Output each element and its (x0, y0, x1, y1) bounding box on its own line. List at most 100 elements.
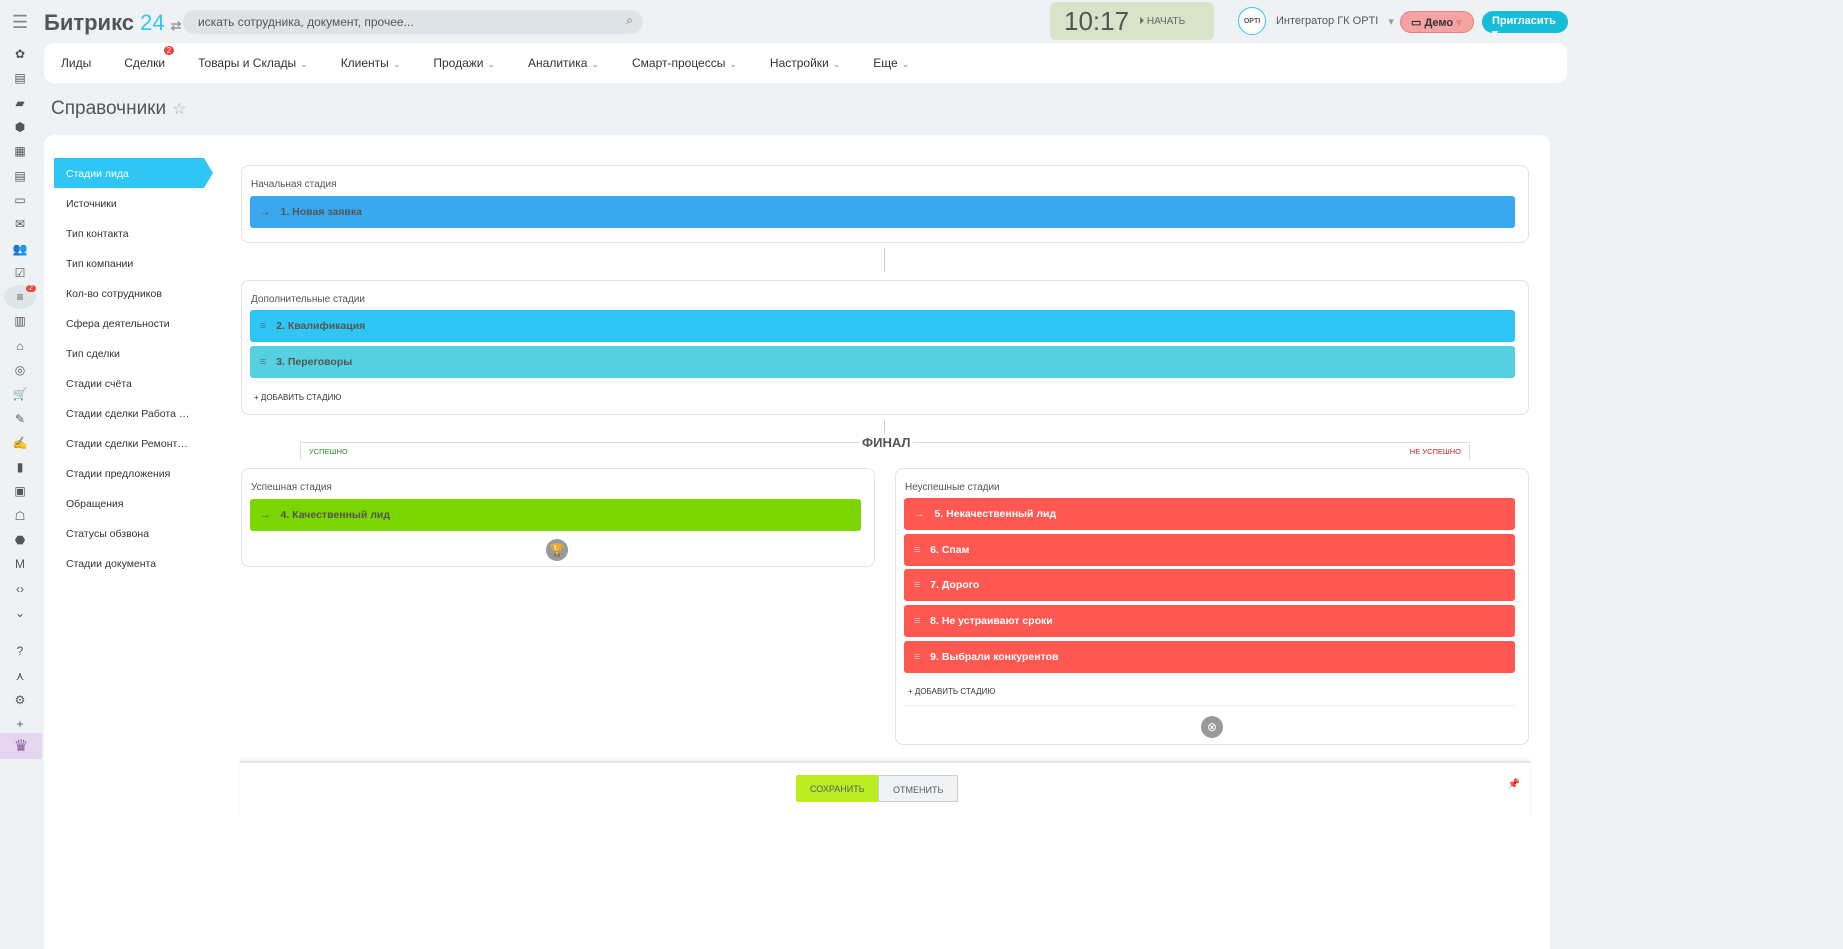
help-icon[interactable]: ? (4, 639, 36, 663)
drag-handle-icon[interactable]: ≡ (260, 356, 266, 368)
stage-name[interactable]: 8. Не устраивают сроки (930, 615, 1053, 627)
drag-handle-icon[interactable]: ≡ (914, 651, 920, 663)
stage-name[interactable]: 2. Квалификация (276, 320, 365, 332)
robot-icon[interactable]: ☖ (4, 504, 36, 528)
chevron-down-icon: ▾ (1456, 17, 1462, 29)
drag-handle-icon[interactable]: ≡ (914, 579, 920, 591)
save-button[interactable]: СОХРАНИТЬ (796, 775, 879, 802)
connector (884, 420, 885, 434)
nav-item[interactable]: Сфера деятельности (54, 308, 204, 338)
tasks-icon[interactable]: ☑ (4, 261, 36, 285)
cancel-circle-icon: ⊗ (1201, 716, 1223, 738)
nav-item[interactable]: Стадии счёта (54, 368, 204, 398)
demo-button[interactable]: ▭ Демо ▾ (1400, 11, 1474, 33)
stage-item[interactable]: → 5. Некачественный лид (904, 498, 1515, 530)
drag-handle-icon[interactable]: ≡ (260, 320, 266, 332)
stage-name[interactable]: 3. Переговоры (276, 356, 352, 368)
box-icon[interactable]: ⬣ (4, 528, 36, 552)
menu-item[interactable]: Еще ⌄ (873, 56, 909, 70)
sign-icon[interactable]: ✍ (4, 431, 36, 455)
stage-name[interactable]: 4. Качественный лид (281, 509, 391, 521)
search-input[interactable]: искать сотрудника, документ, прочее... ⌕ (183, 10, 643, 34)
nav-item[interactable]: Кол-во сотрудников (54, 278, 204, 308)
add-stage-button[interactable]: + ДОБАВИТЬ СТАДИЮ (908, 687, 995, 696)
target-icon[interactable]: ◎ (4, 358, 36, 382)
cancel-button[interactable]: ОТМЕНИТЬ (878, 775, 959, 802)
menu-item[interactable]: Товары и Склады ⌄ (198, 56, 308, 70)
work-day-widget[interactable]: 10:17 ⏵ НАЧАТЬ (1050, 2, 1214, 40)
stage-item[interactable]: ≡ 6. Спам (904, 533, 1515, 566)
stage-item[interactable]: ≡ 2. Квалификация (250, 310, 1515, 342)
nav-item[interactable]: Источники (54, 188, 204, 218)
nav-item[interactable]: Стадии предложения (54, 458, 204, 488)
drive-icon[interactable]: ▭ (4, 188, 36, 212)
stage-item[interactable]: ≡ 8. Не устраивают сроки (904, 605, 1515, 638)
start-button[interactable]: ⏵ НАЧАТЬ (1139, 16, 1185, 27)
invite-button[interactable]: Пригласить ▾ (1482, 11, 1568, 40)
stage-name[interactable]: 1. Новая заявка (281, 206, 362, 218)
divider (904, 705, 1515, 706)
chart-icon[interactable]: ▮ (4, 455, 36, 479)
menu-item[interactable]: Настройки ⌄ (770, 56, 840, 70)
search-placeholder: искать сотрудника, документ, прочее... (198, 15, 414, 29)
stage-item[interactable]: → 4. Качественный лид (250, 499, 861, 531)
menu-item[interactable]: Продажи ⌄ (433, 56, 495, 70)
nav-item[interactable]: Тип контакта (54, 218, 204, 248)
nav-item[interactable]: Тип сделки (54, 338, 204, 368)
search-icon[interactable]: ⌕ (626, 13, 633, 28)
user-menu[interactable]: OPTI Интегратор ГК OPTI ▾ (1238, 7, 1394, 35)
hexagon-icon[interactable]: ⬢ (4, 115, 36, 139)
menu-item[interactable]: Лиды (61, 56, 91, 70)
nav-item[interactable]: Стадии документа (54, 548, 204, 578)
code-icon[interactable]: ‹› (4, 577, 36, 601)
stage-name[interactable]: 5. Некачественный лид (935, 508, 1057, 520)
crm-filter-icon[interactable]: ≡ 2 (4, 284, 36, 310)
chevron-down-icon: ⌄ (832, 59, 841, 69)
extra-stages-panel: Дополнительные стадии + ДОБАВИТЬ СТАДИЮ … (241, 280, 1529, 415)
document-icon[interactable]: ▤ (4, 163, 36, 187)
more-icon[interactable]: ⌄ (4, 601, 36, 625)
calendar-grid-icon[interactable]: ▦ (4, 139, 36, 163)
stage-name[interactable]: 7. Дорого (930, 579, 979, 591)
user-name: Интегратор ГК OPTI (1276, 15, 1379, 27)
settings-icon[interactable]: ⚙ (4, 688, 36, 712)
nav-item[interactable]: Тип компании (54, 248, 204, 278)
menu-item[interactable]: Сделки 2 (124, 46, 175, 70)
stage-item[interactable]: → 1. Новая заявка (250, 196, 1515, 228)
drag-handle-icon[interactable]: ≡ (914, 544, 920, 556)
nav-item[interactable]: Стадии сделки Ремонтные работы (54, 428, 204, 458)
menu-item[interactable]: Аналитика ⌄ (528, 56, 599, 70)
contact-card-icon[interactable]: ▣ (4, 479, 36, 503)
sitemap-icon[interactable]: ⋏ (4, 663, 36, 687)
chat-icon[interactable]: ▰ (4, 91, 36, 115)
stage-name[interactable]: 6. Спам (930, 544, 969, 556)
logo[interactable]: Битрикс 24 ⇄ (44, 10, 182, 36)
stage-item[interactable]: ≡ 7. Дорого (904, 569, 1515, 602)
add-stage-button[interactable]: + ДОБАВИТЬ СТАДИЮ (254, 393, 341, 402)
stage-item[interactable]: ≡ 3. Переговоры (250, 346, 1515, 378)
market-icon[interactable]: M (4, 552, 36, 576)
stage-item[interactable]: ≡ 9. Выбрали конкурентов (904, 640, 1515, 673)
switch-icon[interactable]: ⇄ (171, 18, 182, 33)
bank-icon[interactable]: ⌂ (4, 334, 36, 358)
menu-item[interactable]: Смарт-процессы ⌄ (632, 56, 737, 70)
calendar-icon[interactable]: ▤ (4, 66, 36, 90)
nav-item[interactable]: Стадии лида (54, 158, 213, 188)
nav-item[interactable]: Стадии сделки Работа с заявками (54, 398, 204, 428)
feed-icon[interactable]: ✿ (4, 42, 36, 66)
stage-name[interactable]: 9. Выбрали конкурентов (930, 651, 1058, 663)
menu-item[interactable]: Клиенты ⌄ (341, 56, 401, 70)
edit-icon[interactable]: ✎ (4, 406, 36, 430)
shop-icon[interactable]: ▥ (4, 309, 36, 333)
mail-icon[interactable]: ✉ (4, 212, 36, 236)
nav-item[interactable]: Статусы обзвона (54, 518, 204, 548)
star-icon[interactable]: ☆ (172, 101, 186, 118)
group-icon[interactable]: 👥 (4, 236, 36, 260)
drag-handle-icon[interactable]: ≡ (914, 615, 920, 627)
pin-icon[interactable]: 📌 (1508, 779, 1520, 790)
cart-icon[interactable]: 🛒 (4, 382, 36, 406)
fail-tab: НЕ УСПЕШНО (1402, 443, 1470, 460)
nav-item[interactable]: Обращения (54, 488, 204, 518)
menu-icon[interactable]: ☰ (12, 12, 28, 33)
crown-icon[interactable]: ♛ (0, 733, 42, 759)
